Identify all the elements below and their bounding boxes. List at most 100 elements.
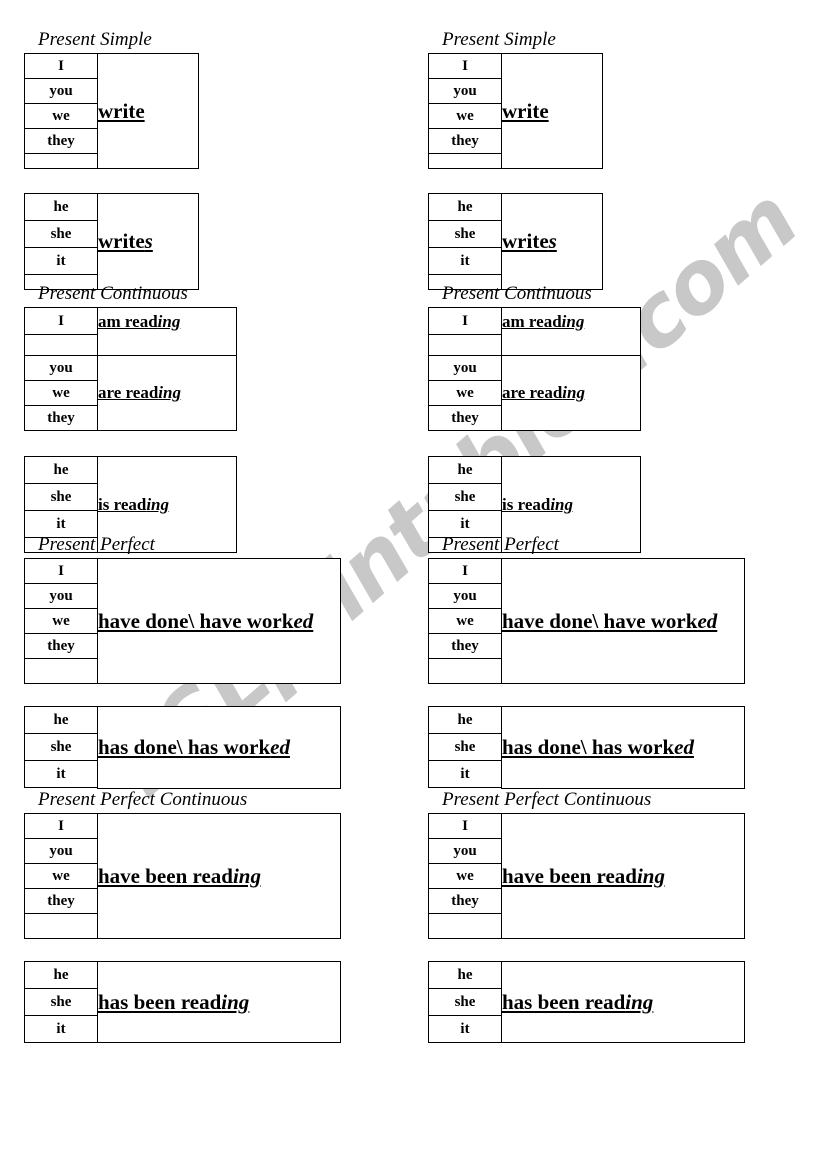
pronoun-cell: I xyxy=(24,307,98,335)
verb-text: has done\ has worked xyxy=(502,734,694,759)
pronoun-cell: I xyxy=(428,813,502,839)
tense-block-present-simple: Present Simple I write you we they he wr… xyxy=(428,30,821,290)
table-row: I write xyxy=(428,53,603,169)
filler-cell xyxy=(428,658,502,684)
table-row: he has done\ has worked xyxy=(428,706,745,789)
pronoun-cell: we xyxy=(428,608,502,634)
pronoun-cell: I xyxy=(24,558,98,584)
tense-title: Present Perfect xyxy=(442,534,559,555)
pronoun-cell: they xyxy=(428,405,502,431)
conjugation-table-plural: I have been reading you we they xyxy=(428,813,745,939)
verb-text: have been reading xyxy=(502,863,665,888)
pronoun-cell: it xyxy=(24,760,98,788)
pronoun-cell: he xyxy=(428,961,502,989)
pronoun-cell: I xyxy=(428,53,502,79)
table-row: I have been reading xyxy=(24,813,341,939)
pronoun-cell: you xyxy=(428,78,502,104)
pronoun-cell: you xyxy=(24,583,98,609)
conjugation-table-plural: I write you we they xyxy=(428,53,603,169)
pronoun-cell: we xyxy=(24,103,98,129)
tense-block-present-perfect: Present Perfect I have done\ have worked… xyxy=(24,535,424,789)
pronoun-cell: they xyxy=(428,888,502,914)
worksheet-sheet: Present Simple I write you we they he wr… xyxy=(0,0,821,1169)
pronoun-cell: she xyxy=(24,483,98,511)
pronoun-cell: I xyxy=(24,53,98,79)
pronoun-cell: he xyxy=(24,961,98,989)
pronoun-cell: she xyxy=(428,220,502,248)
pronoun-cell: they xyxy=(24,128,98,154)
tense-block-present-continuous: Present Continuous I am reading you are … xyxy=(428,284,821,553)
conjugation-table-plural: I write you we they xyxy=(24,53,199,169)
table-row: I have been reading xyxy=(428,813,745,939)
pronoun-cell: they xyxy=(428,633,502,659)
pronoun-cell: it xyxy=(428,760,502,788)
verb-text: is reading xyxy=(98,494,170,514)
verb-cell: has done\ has worked xyxy=(97,706,341,789)
conjugation-table-plural: I have been reading you we they xyxy=(24,813,341,939)
verb-text: is reading xyxy=(502,494,574,514)
tense-title: Present Continuous xyxy=(442,283,592,304)
table-row: I am reading xyxy=(24,307,237,356)
table-row: he is reading xyxy=(24,456,237,553)
verb-text: has been reading xyxy=(98,989,250,1014)
pronoun-cell: she xyxy=(428,988,502,1016)
table-row: he has been reading xyxy=(24,961,341,1043)
tense-title: Present Perfect xyxy=(38,534,155,555)
pronoun-cell: she xyxy=(24,733,98,761)
table-row: he has been reading xyxy=(428,961,745,1043)
conjugation-table-first-person: I am reading xyxy=(24,307,237,356)
pronoun-cell: I xyxy=(24,813,98,839)
filler-cell xyxy=(24,787,98,788)
verb-text: writes xyxy=(98,229,153,253)
verb-text: have done\ have worked xyxy=(502,608,718,633)
pronoun-cell: we xyxy=(24,608,98,634)
table-row: he writes xyxy=(428,193,603,290)
pronoun-cell: we xyxy=(24,863,98,889)
conjugation-table-plural: you are reading we they xyxy=(24,355,237,431)
pronoun-cell: you xyxy=(24,78,98,104)
pronoun-cell: we xyxy=(24,380,98,406)
tense-title: Present Simple xyxy=(38,29,152,50)
pronoun-cell: he xyxy=(24,706,98,734)
pronoun-cell: they xyxy=(24,633,98,659)
tense-block-present-perfect-continuous: Present Perfect Continuous I have been r… xyxy=(24,790,424,1043)
pronoun-cell: we xyxy=(428,103,502,129)
verb-text: am reading xyxy=(502,312,585,331)
pronoun-cell: he xyxy=(24,193,98,221)
tense-title: Present Continuous xyxy=(38,283,188,304)
conjugation-table-first-person: I am reading xyxy=(428,307,641,356)
verb-cell: have been reading xyxy=(501,813,745,939)
verb-cell: writes xyxy=(501,193,603,290)
filler-cell xyxy=(24,658,98,684)
pronoun-cell: it xyxy=(24,1015,98,1043)
verb-text: have been reading xyxy=(98,863,261,888)
verb-cell: has done\ has worked xyxy=(501,706,745,789)
conjugation-table-plural: you are reading we they xyxy=(428,355,641,431)
filler-cell xyxy=(24,334,98,356)
pronoun-cell: we xyxy=(428,863,502,889)
table-row: I have done\ have worked xyxy=(24,558,341,684)
pronoun-cell: they xyxy=(24,888,98,914)
conjugation-table-singular: he writes she it xyxy=(428,193,603,290)
pronoun-cell: he xyxy=(428,706,502,734)
verb-text: have done\ have worked xyxy=(98,608,314,633)
verb-cell: write xyxy=(501,53,603,169)
tense-title: Present Perfect Continuous xyxy=(442,789,652,810)
tense-block-present-perfect: Present Perfect I have done\ have worked… xyxy=(428,535,821,789)
verb-text: write xyxy=(502,98,549,123)
verb-text: are reading xyxy=(502,383,585,402)
pronoun-cell: you xyxy=(24,355,98,381)
conjugation-table-singular: he has been reading she it xyxy=(24,961,341,1043)
table-row: he has done\ has worked xyxy=(24,706,341,789)
tense-title: Present Perfect Continuous xyxy=(38,789,248,810)
conjugation-table-singular: he has done\ has worked she it xyxy=(24,706,341,789)
conjugation-table-singular: he has done\ has worked she it xyxy=(428,706,745,789)
verb-cell: write xyxy=(97,53,199,169)
verb-text: write xyxy=(98,98,145,123)
table-row: he writes xyxy=(24,193,199,290)
pronoun-cell: she xyxy=(428,733,502,761)
pronoun-cell: it xyxy=(428,247,502,275)
pronoun-cell: she xyxy=(24,220,98,248)
pronoun-cell: they xyxy=(428,128,502,154)
verb-text: writes xyxy=(502,229,557,253)
